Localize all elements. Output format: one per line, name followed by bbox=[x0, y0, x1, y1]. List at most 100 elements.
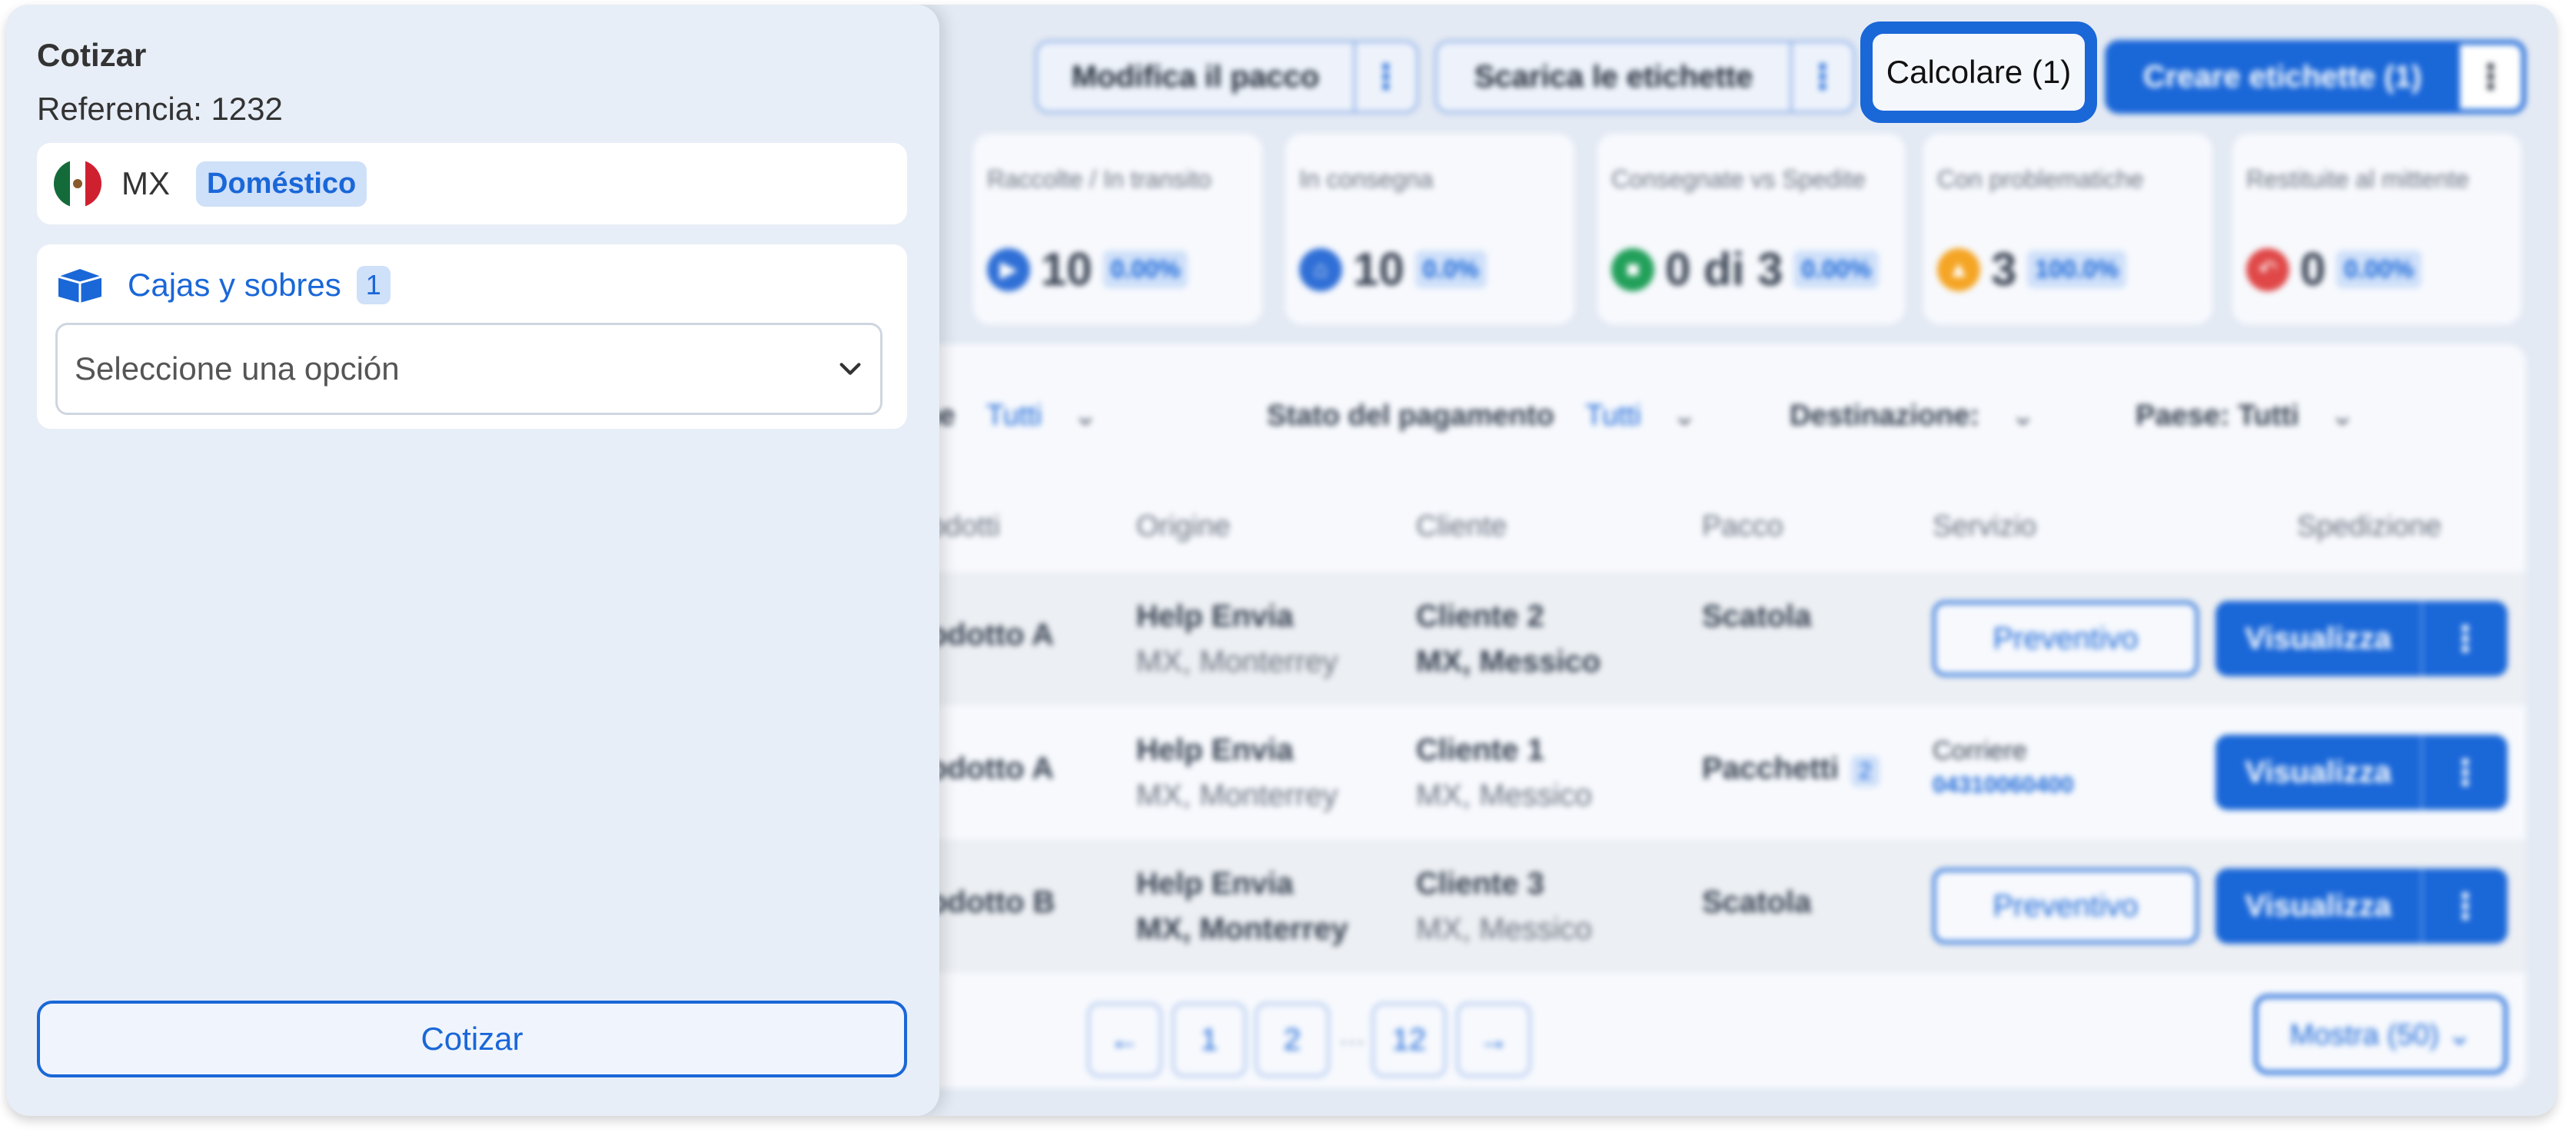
stat-card-delivered: Consegnate vs Spedite ■ 0 di 3 0.00% bbox=[1597, 134, 1905, 324]
product-cell: odotto B bbox=[929, 885, 1055, 919]
package-count-badge: 2 bbox=[1850, 755, 1880, 787]
stat-title: In consegna bbox=[1299, 165, 1434, 193]
view-label: Visualizza bbox=[2245, 621, 2392, 656]
product-cell: odotto A bbox=[929, 618, 1054, 652]
download-labels-button[interactable]: Scarica le etichette ⋮ bbox=[1434, 40, 1856, 114]
kebab-icon[interactable]: ⋮ bbox=[2421, 601, 2508, 676]
table-row[interactable]: odotto A Help Envia MX, Monterrey Cliente… bbox=[890, 705, 2526, 839]
package-cell: Scatola bbox=[1702, 599, 1812, 633]
tracking-link[interactable]: 04310060400 bbox=[1933, 772, 2074, 798]
sidebar-title: Cotizar bbox=[37, 37, 147, 73]
kebab-icon[interactable]: ⋮ bbox=[2421, 868, 2508, 944]
column-header: Cliente bbox=[1416, 510, 1507, 543]
package-cell: Scatola bbox=[1702, 885, 1812, 919]
stat-title: Consegnate vs Spedite bbox=[1611, 165, 1866, 193]
chevron-down-icon: ⌄ bbox=[1672, 400, 1697, 432]
origin-cell: Help Envia MX, Monterrey bbox=[1136, 599, 1338, 679]
kebab-icon[interactable]: ⋮ bbox=[1790, 43, 1853, 111]
table-header: odotti Origine Cliente Pacco Servizio Sp… bbox=[890, 495, 2526, 556]
stat-card-issues: Con problematiche ▲ 3 100.0% bbox=[1923, 134, 2212, 324]
table-row[interactable]: odotto B Help Envia MX, Monterrey Cliente… bbox=[890, 839, 2526, 973]
home-icon: ⌂ bbox=[1299, 247, 1342, 291]
stat-percent: 0.00% bbox=[1793, 251, 1880, 288]
kebab-icon[interactable]: ⋮ bbox=[1353, 43, 1416, 111]
origin-cell: Help Envia MX, Monterrey bbox=[1136, 867, 1348, 946]
calculate-button[interactable]: Calcolare (1) bbox=[1860, 22, 2097, 123]
page-2-button[interactable]: 2 bbox=[1255, 1002, 1330, 1077]
box-icon bbox=[58, 269, 102, 303]
stat-card-delivering: In consegna ⌂ 10 0.0% bbox=[1285, 134, 1574, 324]
quote-button[interactable]: Preventivo bbox=[1933, 868, 2199, 944]
download-labels-label: Scarica le etichette bbox=[1474, 59, 1753, 94]
view-label: Visualizza bbox=[2245, 755, 2392, 789]
chevron-down-icon: ⌄ bbox=[2010, 400, 2036, 432]
create-labels-button[interactable]: Creare etichette (1) ⋮ bbox=[2105, 40, 2526, 114]
view-button[interactable]: Visualizza ⋮ bbox=[2215, 601, 2508, 676]
stat-value: 0 bbox=[2300, 244, 2326, 295]
client-cell: Cliente 3 MX, Messico bbox=[1416, 867, 1592, 946]
stat-percent: 0.00% bbox=[2336, 251, 2422, 288]
product-cell: odotto A bbox=[929, 752, 1054, 785]
edit-package-label: Modifica il pacco bbox=[1071, 59, 1320, 94]
page-size-select[interactable]: Mostra (50) ⌄ bbox=[2254, 994, 2508, 1074]
boxes-card: Cajas y sobres 1 Seleccione una opción bbox=[37, 244, 907, 429]
filter-status[interactable]: ne Tutti ⌄ bbox=[921, 398, 1098, 433]
view-label: Visualizza bbox=[2245, 888, 2392, 923]
reference-text: Referencia: 1232 bbox=[37, 91, 283, 127]
box-option-select[interactable]: Seleccione una opción bbox=[55, 323, 882, 415]
country-code: MX bbox=[121, 165, 170, 201]
quote-button[interactable]: Preventivo bbox=[1933, 601, 2199, 676]
app-window: Modifica il pacco ⋮ Scarica le etichette… bbox=[6, 5, 2557, 1116]
filter-destination[interactable]: Destinazione: ⌄ bbox=[1790, 398, 2035, 433]
filter-label: Destinazione: bbox=[1790, 400, 1980, 432]
next-page-button[interactable]: → bbox=[1456, 1002, 1531, 1077]
quote-sidebar: Cotizar Referencia: 1232 MX Doméstico Ca… bbox=[6, 5, 939, 1116]
filter-value: Tutti bbox=[1585, 400, 1641, 432]
return-icon: ↶ bbox=[2246, 247, 2289, 291]
stat-percent: 100.0% bbox=[2027, 251, 2126, 288]
boxes-header: Cajas y sobres 1 bbox=[55, 266, 391, 304]
filter-payment-status[interactable]: Stato del pagamento Tutti ⌄ bbox=[1267, 398, 1697, 433]
domestic-badge: Doméstico bbox=[196, 161, 367, 207]
filter-label: Stato del pagamento bbox=[1267, 400, 1554, 432]
chevron-down-icon: ⌄ bbox=[2330, 400, 2355, 432]
page-1-button[interactable]: 1 bbox=[1172, 1002, 1247, 1077]
select-placeholder: Seleccione una opción bbox=[75, 350, 400, 387]
prev-page-button[interactable]: ← bbox=[1087, 1002, 1162, 1077]
country-card: MX Doméstico bbox=[37, 143, 907, 224]
view-button[interactable]: Visualizza ⋮ bbox=[2215, 735, 2508, 810]
filter-country[interactable]: Paese: Tutti ⌄ bbox=[2136, 398, 2355, 433]
column-header: Origine bbox=[1136, 510, 1231, 543]
stat-value: 10 bbox=[1353, 244, 1404, 295]
table-row[interactable]: odotto A Help Envia MX, Monterrey Cliente… bbox=[890, 572, 2526, 705]
client-cell: Cliente 1 MX, Messico bbox=[1416, 733, 1592, 812]
column-header: Pacco bbox=[1702, 510, 1783, 543]
column-header: Spedizione bbox=[2297, 510, 2442, 543]
create-labels-label: Creare etichette (1) bbox=[2142, 59, 2422, 94]
stat-title: Con problematiche bbox=[1937, 165, 2144, 193]
page-12-button[interactable]: 12 bbox=[1371, 1002, 1447, 1077]
edit-package-button[interactable]: Modifica il pacco ⋮ bbox=[1035, 40, 1419, 114]
truck-icon: ▶ bbox=[987, 247, 1030, 291]
stat-percent: 0.00% bbox=[1102, 251, 1188, 288]
stat-percent: 0.0% bbox=[1414, 251, 1487, 288]
origin-cell: Help Envia MX, Monterrey bbox=[1136, 733, 1338, 812]
mexico-flag-icon bbox=[54, 160, 101, 207]
stat-title: Raccolte / In transito bbox=[987, 165, 1212, 193]
view-button[interactable]: Visualizza ⋮ bbox=[2215, 868, 2508, 944]
stat-value: 3 bbox=[1991, 244, 2017, 295]
warning-icon: ▲ bbox=[1937, 247, 1980, 291]
kebab-icon[interactable]: ⋮ bbox=[2460, 45, 2521, 109]
filter-label: Paese: Tutti bbox=[2136, 400, 2299, 432]
stat-title: Restituite al mittente bbox=[2246, 165, 2469, 193]
chevron-down-icon bbox=[839, 363, 861, 375]
shipments-table-panel: ne Tutti ⌄ Stato del pagamento Tutti ⌄ D… bbox=[890, 344, 2526, 1088]
client-cell: Cliente 2 MX, Messico bbox=[1416, 599, 1601, 679]
kebab-icon[interactable]: ⋮ bbox=[2421, 735, 2508, 810]
boxes-icon: ■ bbox=[1611, 247, 1654, 291]
quote-submit-button[interactable]: Cotizar bbox=[37, 1001, 907, 1077]
boxes-count-badge: 1 bbox=[356, 266, 391, 304]
stat-value: 10 bbox=[1041, 244, 1092, 295]
boxes-title: Cajas y sobres bbox=[128, 267, 341, 303]
filter-value: Tutti bbox=[986, 400, 1042, 432]
